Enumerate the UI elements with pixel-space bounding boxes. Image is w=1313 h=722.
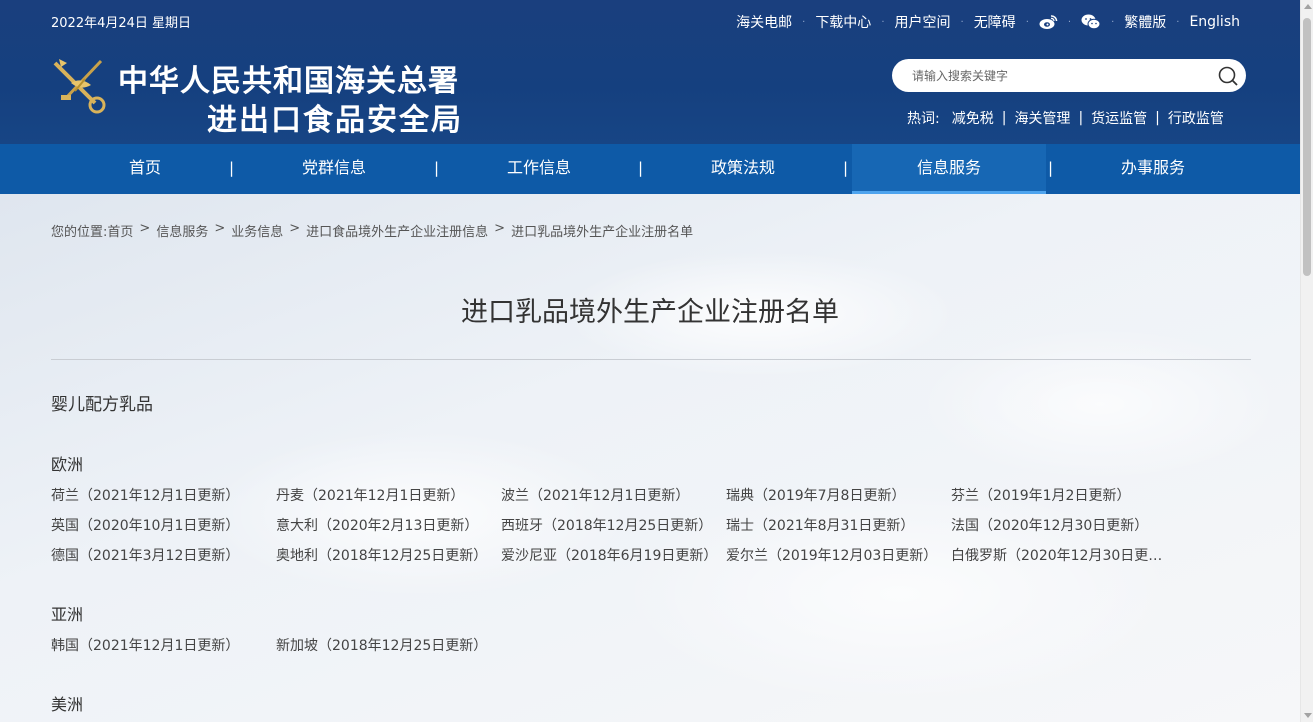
- separator-dot: ·: [1111, 16, 1115, 28]
- country-link[interactable]: 瑞典（2019年7月8日更新）: [726, 485, 944, 505]
- breadcrumb-separator: >: [289, 221, 301, 236]
- separator-pipe: |: [1078, 110, 1084, 126]
- country-link[interactable]: 丹麦（2021年12月1日更新）: [276, 485, 494, 505]
- nav-item-home[interactable]: 首页: [48, 144, 242, 194]
- breadcrumb-prefix: 您的位置:: [51, 225, 108, 240]
- nav-separator: |: [434, 159, 440, 177]
- wechat-icon[interactable]: [1081, 14, 1101, 30]
- country-link[interactable]: 芬兰（2019年1月2日更新）: [951, 485, 1169, 505]
- breadcrumb-current[interactable]: 进口乳品境外生产企业注册名单: [511, 221, 693, 240]
- search-icon[interactable]: [1216, 64, 1240, 88]
- country-link[interactable]: 西班牙（2018年12月25日更新）: [501, 515, 719, 535]
- breadcrumb-home[interactable]: 首页: [107, 221, 133, 240]
- country-link[interactable]: 新加坡（2018年12月25日更新）: [276, 635, 494, 655]
- nav-separator: |: [843, 159, 849, 177]
- site-title-line1: 中华人民共和国海关总署: [118, 64, 459, 99]
- nav-item-affairs[interactable]: 办事服务: [1056, 144, 1250, 194]
- main-content: 您的位置: 首页 > 信息服务 > 业务信息 > 进口食品境外生产企业注册信息 …: [0, 194, 1300, 722]
- scrollbar-thumb[interactable]: [1303, 18, 1311, 276]
- country-link[interactable]: 白俄罗斯（2020年12月30日更新...: [951, 545, 1169, 565]
- country-link[interactable]: 爱尔兰（2019年12月03日更新）: [726, 545, 944, 565]
- country-link[interactable]: 爱沙尼亚（2018年6月19日更新）: [501, 545, 719, 565]
- vertical-scrollbar[interactable]: [1300, 0, 1313, 722]
- scroll-down-arrow-icon[interactable]: [1304, 713, 1312, 718]
- search-box: [892, 59, 1246, 92]
- country-link[interactable]: 法国（2020年12月30日更新）: [951, 515, 1169, 535]
- link-accessibility[interactable]: 无障碍: [974, 12, 1016, 32]
- scroll-up-arrow-icon[interactable]: [1304, 4, 1312, 9]
- country-link[interactable]: 瑞士（2021年8月31日更新）: [726, 515, 944, 535]
- nav-separator: |: [638, 159, 644, 177]
- nav-item-work-info[interactable]: 工作信息: [442, 144, 636, 194]
- country-link[interactable]: 德国（2021年3月12日更新）: [51, 545, 269, 565]
- title-divider: [51, 359, 1251, 360]
- breadcrumb-separator: >: [214, 221, 226, 236]
- hot-words-label: 热词:: [907, 111, 940, 127]
- breadcrumb-separator: >: [494, 221, 506, 236]
- separator-dot: ·: [802, 16, 806, 28]
- separator-pipe: |: [1155, 110, 1160, 126]
- country-link[interactable]: 波兰（2021年12月1日更新）: [501, 485, 719, 505]
- separator-dot: ·: [960, 16, 964, 28]
- country-link[interactable]: 荷兰（2021年12月1日更新）: [51, 485, 269, 505]
- link-user-space[interactable]: 用户空间: [895, 12, 951, 32]
- country-link[interactable]: 意大利（2020年2月13日更新）: [276, 515, 494, 535]
- nav-item-info-service[interactable]: 信息服务: [852, 144, 1046, 194]
- site-title-line2: 进出口食品安全局: [207, 103, 463, 138]
- nav-separator: |: [229, 159, 235, 177]
- link-english[interactable]: English: [1189, 14, 1240, 30]
- top-links: 海关电邮 · 下载中心 · 用户空间 · 无障碍 · · · 繁體版 · Eng…: [736, 12, 1240, 32]
- hot-word-administrative-supervision[interactable]: 行政监管: [1168, 108, 1224, 128]
- link-customs-email[interactable]: 海关电邮: [736, 12, 792, 32]
- region-heading-asia: 亚洲: [51, 605, 84, 624]
- nav-item-policy[interactable]: 政策法规: [646, 144, 840, 194]
- region-heading-europe: 欧洲: [51, 455, 84, 474]
- breadcrumb-separator: >: [139, 221, 151, 236]
- link-traditional-chinese[interactable]: 繁體版: [1124, 12, 1166, 32]
- page: 2022年4月24日 星期日 海关电邮 · 下载中心 · 用户空间 · 无障碍 …: [0, 0, 1300, 722]
- country-link[interactable]: 韩国（2021年12月1日更新）: [51, 635, 269, 655]
- nav-separator: |: [1048, 159, 1054, 177]
- breadcrumb-info-service[interactable]: 信息服务: [156, 221, 208, 240]
- region-heading-americas: 美洲: [51, 695, 84, 714]
- separator-dot: ·: [1176, 16, 1180, 28]
- country-link[interactable]: 奥地利（2018年12月25日更新）: [276, 545, 494, 565]
- hot-word-customs-management[interactable]: 海关管理: [1014, 108, 1070, 128]
- hot-word-cargo-supervision[interactable]: 货运监管: [1091, 108, 1147, 128]
- hot-word-tax-exemption[interactable]: 减免税: [952, 108, 994, 128]
- hot-words: 热词: 减免税 | 海关管理 | 货运监管 | 行政监管: [907, 108, 1224, 128]
- section-heading: 婴儿配方乳品: [51, 395, 153, 415]
- country-link[interactable]: 英国（2020年10月1日更新）: [51, 515, 269, 535]
- separator-pipe: |: [1001, 110, 1007, 126]
- site-header: 2022年4月24日 星期日 海关电邮 · 下载中心 · 用户空间 · 无障碍 …: [0, 0, 1300, 144]
- weibo-icon[interactable]: [1039, 14, 1058, 30]
- current-date: 2022年4月24日 星期日: [51, 16, 192, 31]
- nav-item-party[interactable]: 党群信息: [237, 144, 431, 194]
- customs-emblem-logo[interactable]: [51, 55, 111, 115]
- separator-dot: ·: [881, 16, 885, 28]
- breadcrumb: 您的位置: 首页 > 信息服务 > 业务信息 > 进口食品境外生产企业注册信息 …: [51, 221, 693, 240]
- breadcrumb-business-info[interactable]: 业务信息: [231, 221, 283, 240]
- page-title: 进口乳品境外生产企业注册名单: [461, 297, 839, 328]
- separator-dot: ·: [1025, 16, 1029, 28]
- separator-dot: ·: [1067, 16, 1072, 28]
- link-download-center[interactable]: 下载中心: [815, 12, 871, 32]
- main-nav: 首页 | 党群信息 | 工作信息 | 政策法规 | 信息服务 | 办事服务: [0, 144, 1300, 194]
- search-input[interactable]: [912, 68, 1202, 83]
- breadcrumb-registration-info[interactable]: 进口食品境外生产企业注册信息: [306, 221, 488, 240]
